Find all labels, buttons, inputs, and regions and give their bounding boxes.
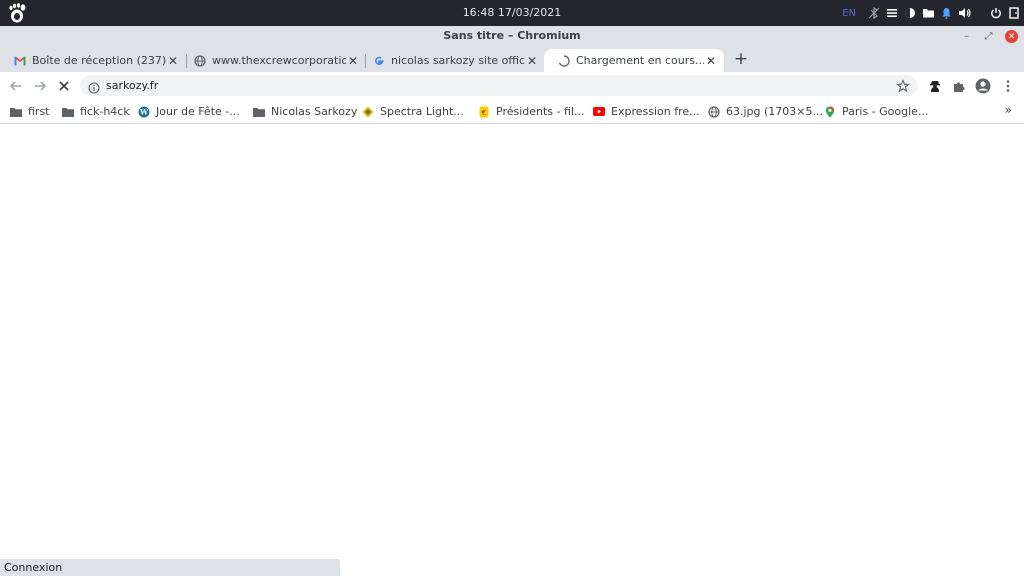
night-light-icon[interactable] [904, 7, 916, 19]
bookmarks-overflow-button[interactable]: » [1005, 103, 1012, 117]
bookmark-label: Expression fre... [611, 105, 700, 118]
bookmark-star-icon[interactable] [896, 78, 910, 97]
bookmark-expression-youtube[interactable]: Expression fre... [593, 104, 700, 119]
spectra-icon [362, 106, 374, 118]
tab-google-search[interactable]: nicolas sarkozy site officie ✕ [359, 49, 545, 72]
status-bubble: Connexion [0, 559, 340, 576]
bookmark-label: Spectra Light... [380, 105, 464, 118]
status-text: Connexion [4, 561, 63, 574]
youtube-icon [593, 106, 605, 118]
extension-detective-icon[interactable] [926, 77, 944, 95]
notification-icon[interactable] [941, 7, 952, 19]
maximize-button[interactable]: ⤢ [982, 30, 995, 43]
close-window-button[interactable]: ✕ [1005, 30, 1018, 43]
volume-icon[interactable] [958, 7, 972, 19]
loading-spinner-icon [558, 54, 570, 67]
bookmarks-bar: first fick-h4ck W Jour de Fête -... Nico… [0, 99, 1024, 124]
new-tab-button[interactable]: + [732, 50, 750, 68]
site-info-icon[interactable] [88, 79, 100, 98]
keyboard-language-indicator[interactable]: EN [842, 8, 856, 19]
bookmark-label: 63.jpg (1703×5... [726, 105, 824, 118]
profile-avatar-icon[interactable] [974, 77, 992, 95]
tab-title: Boîte de réception (237) - [32, 54, 166, 67]
close-tab-button[interactable]: ✕ [525, 54, 539, 68]
bookmark-label: Présidents - fil... [496, 105, 585, 118]
bookmark-label: Jour de Fête -... [156, 105, 240, 118]
bookmark-label: Nicolas Sarkozy [271, 105, 358, 118]
maps-pin-icon [824, 106, 836, 118]
bluetooth-off-icon[interactable] [868, 7, 880, 19]
folder-icon [62, 106, 74, 118]
bookmark-jour-de-fete[interactable]: W Jour de Fête -... [138, 104, 240, 119]
bookmark-folder-fick-h4ck[interactable]: fick-h4ck [62, 104, 130, 119]
tab-title: Chargement en cours... [576, 54, 704, 67]
power-icon[interactable] [990, 7, 1002, 19]
tab-strip: Boîte de réception (237) - ✕ www.thexcre… [0, 47, 1024, 72]
menu-icon[interactable] [886, 7, 898, 19]
url-text[interactable]: sarkozy.fr [106, 79, 158, 92]
bookmark-label: fick-h4ck [80, 105, 130, 118]
top-panel: 16:48 17/03/2021 EN [0, 0, 1024, 26]
bookmark-folder-first[interactable]: first [10, 104, 50, 119]
forward-button[interactable] [31, 77, 49, 95]
folder-icon [10, 106, 22, 118]
svg-text:W: W [139, 107, 148, 116]
tab-title: nicolas sarkozy site officie [391, 54, 525, 67]
coin-icon: € [478, 106, 490, 118]
folder-icon [253, 106, 265, 118]
bookmark-label: first [28, 105, 50, 118]
globe-icon [708, 105, 720, 118]
back-button[interactable] [7, 77, 25, 95]
bookmark-paris-google-maps[interactable]: Paris - Google... [824, 104, 928, 119]
tab-title: www.thexcrewcorporation [212, 54, 346, 67]
bookmark-label: Paris - Google... [842, 105, 929, 118]
bookmark-presidents[interactable]: € Présidents - fil... [478, 104, 584, 119]
folder-icon[interactable] [922, 7, 935, 19]
bookmark-spectra-light[interactable]: Spectra Light... [362, 104, 464, 119]
tab-thexcrew[interactable]: www.thexcrewcorporation ✕ [180, 49, 366, 72]
page-content[interactable] [0, 125, 1024, 576]
bookmark-folder-nicolas-sarkozy[interactable]: Nicolas Sarkozy [253, 104, 357, 119]
globe-icon [194, 54, 206, 67]
close-tab-button[interactable]: ✕ [346, 54, 360, 68]
close-tab-button[interactable]: ✕ [166, 54, 180, 68]
google-icon [373, 55, 385, 67]
wordpress-icon: W [138, 106, 150, 118]
kebab-menu-icon[interactable] [999, 77, 1017, 95]
svg-text:€: € [482, 109, 486, 117]
address-bar[interactable]: sarkozy.fr [80, 75, 918, 96]
window-title: Sans titre – Chromium [443, 29, 581, 42]
close-tab-button[interactable]: ✕ [704, 54, 718, 68]
window-titlebar[interactable]: Sans titre – Chromium – ⤢ ✕ [0, 26, 1024, 47]
minimize-button[interactable]: – [960, 30, 973, 43]
gmail-icon [14, 55, 26, 67]
stop-loading-button[interactable] [55, 77, 73, 95]
browser-toolbar: sarkozy.fr [0, 72, 1024, 99]
extensions-puzzle-icon[interactable] [950, 77, 968, 95]
logout-icon[interactable] [1008, 7, 1020, 19]
bookmark-63-jpg[interactable]: 63.jpg (1703×5... [708, 104, 823, 119]
system-tray: EN [842, 0, 1020, 26]
tab-gmail[interactable]: Boîte de réception (237) - ✕ [0, 49, 186, 72]
tab-loading[interactable]: Chargement en cours... ✕ [544, 49, 724, 72]
